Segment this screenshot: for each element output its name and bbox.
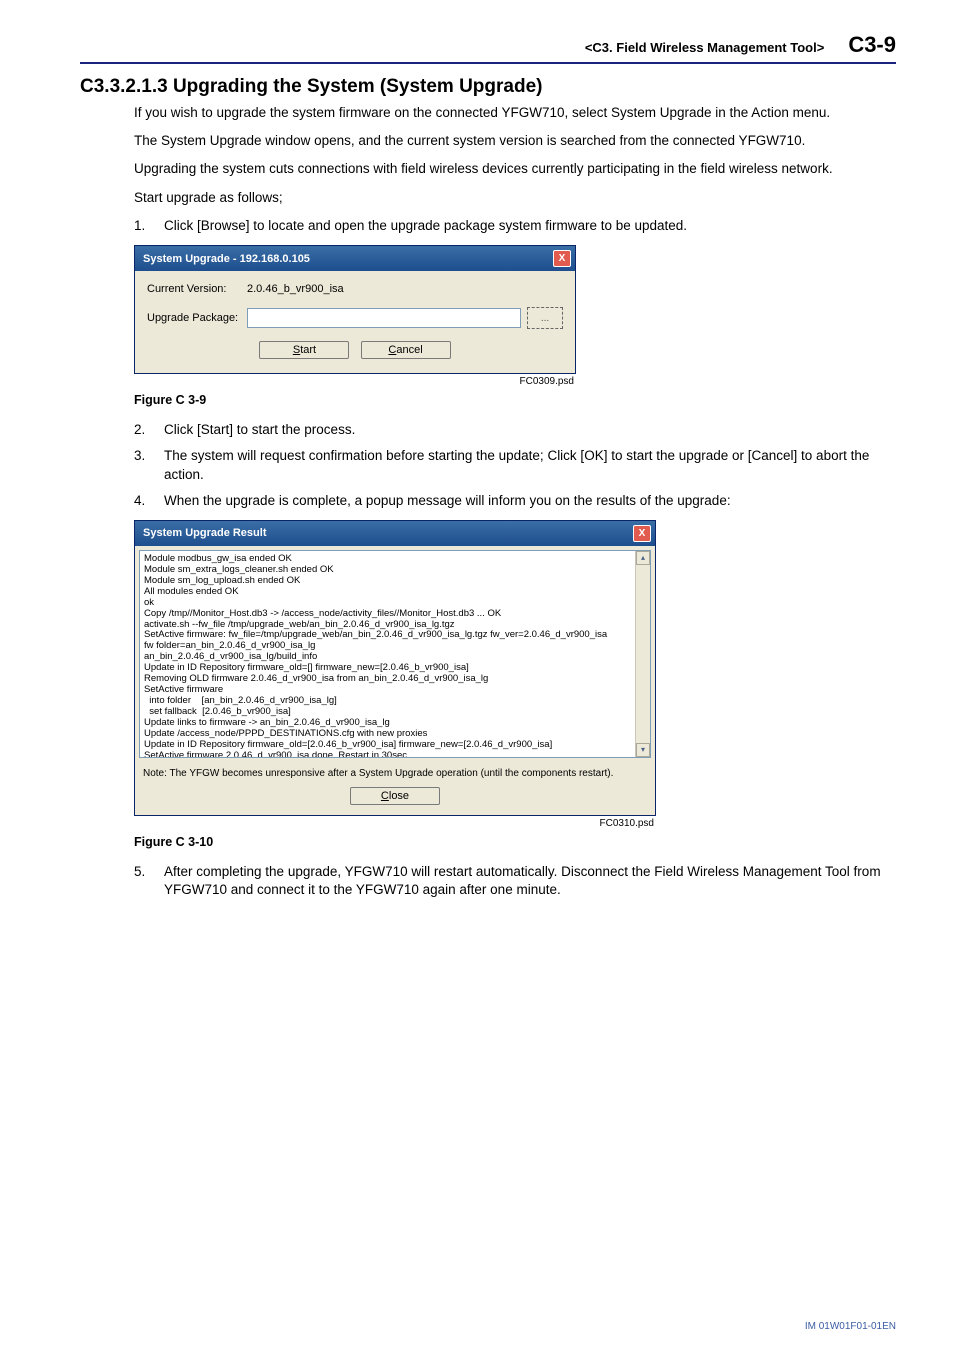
dialog-title: System Upgrade Result (143, 527, 266, 539)
paragraph: Start upgrade as follows; (134, 189, 896, 207)
step-number: 5. (134, 863, 164, 899)
upgrade-log-text: Module modbus_gw_isa ended OK Module sm_… (144, 553, 607, 758)
dialog-titlebar: System Upgrade Result X (135, 521, 655, 546)
figure-filename: FC0310.psd (134, 818, 654, 829)
scrollbar[interactable]: ▴▾ (635, 551, 650, 757)
scroll-up-icon[interactable]: ▴ (636, 551, 650, 565)
figure-caption: Figure C 3-10 (134, 835, 896, 849)
figure-caption: Figure C 3-9 (134, 393, 896, 407)
cancel-button[interactable]: Cancel (361, 341, 451, 359)
figure-system-upgrade-result: System Upgrade Result X Module modbus_gw… (134, 520, 896, 829)
system-upgrade-result-dialog: System Upgrade Result X Module modbus_gw… (134, 520, 656, 816)
dialog-title: System Upgrade - 192.168.0.105 (143, 253, 310, 265)
step-text: Click [Start] to start the process. (164, 421, 355, 439)
step-text: Click [Browse] to locate and open the up… (164, 217, 687, 235)
current-version-value: 2.0.46_b_vr900_isa (247, 283, 344, 295)
paragraph: The System Upgrade window opens, and the… (134, 132, 896, 150)
figure-filename: FC0309.psd (134, 376, 574, 387)
step-number: 3. (134, 447, 164, 483)
system-upgrade-dialog: System Upgrade - 192.168.0.105 X Current… (134, 245, 576, 374)
paragraph: Upgrading the system cuts connections wi… (134, 160, 896, 178)
step-text: When the upgrade is complete, a popup me… (164, 492, 731, 510)
upgrade-note: Note: The YFGW becomes unresponsive afte… (135, 762, 655, 783)
browse-button[interactable]: ... (527, 307, 563, 329)
footer-doc-id: IM 01W01F01-01EN (805, 1321, 896, 1332)
header-section: <C3. Field Wireless Management Tool> (585, 40, 824, 55)
current-version-label: Current Version: (147, 283, 247, 295)
step-text: After completing the upgrade, YFGW710 wi… (164, 863, 896, 899)
scroll-down-icon[interactable]: ▾ (636, 743, 650, 757)
step-number: 4. (134, 492, 164, 510)
start-button[interactable]: Start (259, 341, 349, 359)
upgrade-log-textarea[interactable]: Module modbus_gw_isa ended OK Module sm_… (139, 550, 651, 758)
step-number: 2. (134, 421, 164, 439)
upgrade-package-input[interactable] (247, 308, 521, 328)
step-text: The system will request confirmation bef… (164, 447, 896, 483)
section-heading: C3.3.2.1.3 Upgrading the System (System … (80, 76, 896, 98)
upgrade-package-label: Upgrade Package: (147, 312, 247, 324)
dialog-titlebar: System Upgrade - 192.168.0.105 X (135, 246, 575, 271)
paragraph: If you wish to upgrade the system firmwa… (134, 104, 896, 122)
page-header: <C3. Field Wireless Management Tool> C3-… (80, 32, 896, 64)
close-icon[interactable]: X (633, 525, 651, 542)
figure-system-upgrade-dialog: System Upgrade - 192.168.0.105 X Current… (134, 245, 896, 387)
close-button[interactable]: Close (350, 787, 440, 805)
header-page-number: C3-9 (848, 32, 896, 58)
close-icon[interactable]: X (553, 250, 571, 267)
step-number: 1. (134, 217, 164, 235)
